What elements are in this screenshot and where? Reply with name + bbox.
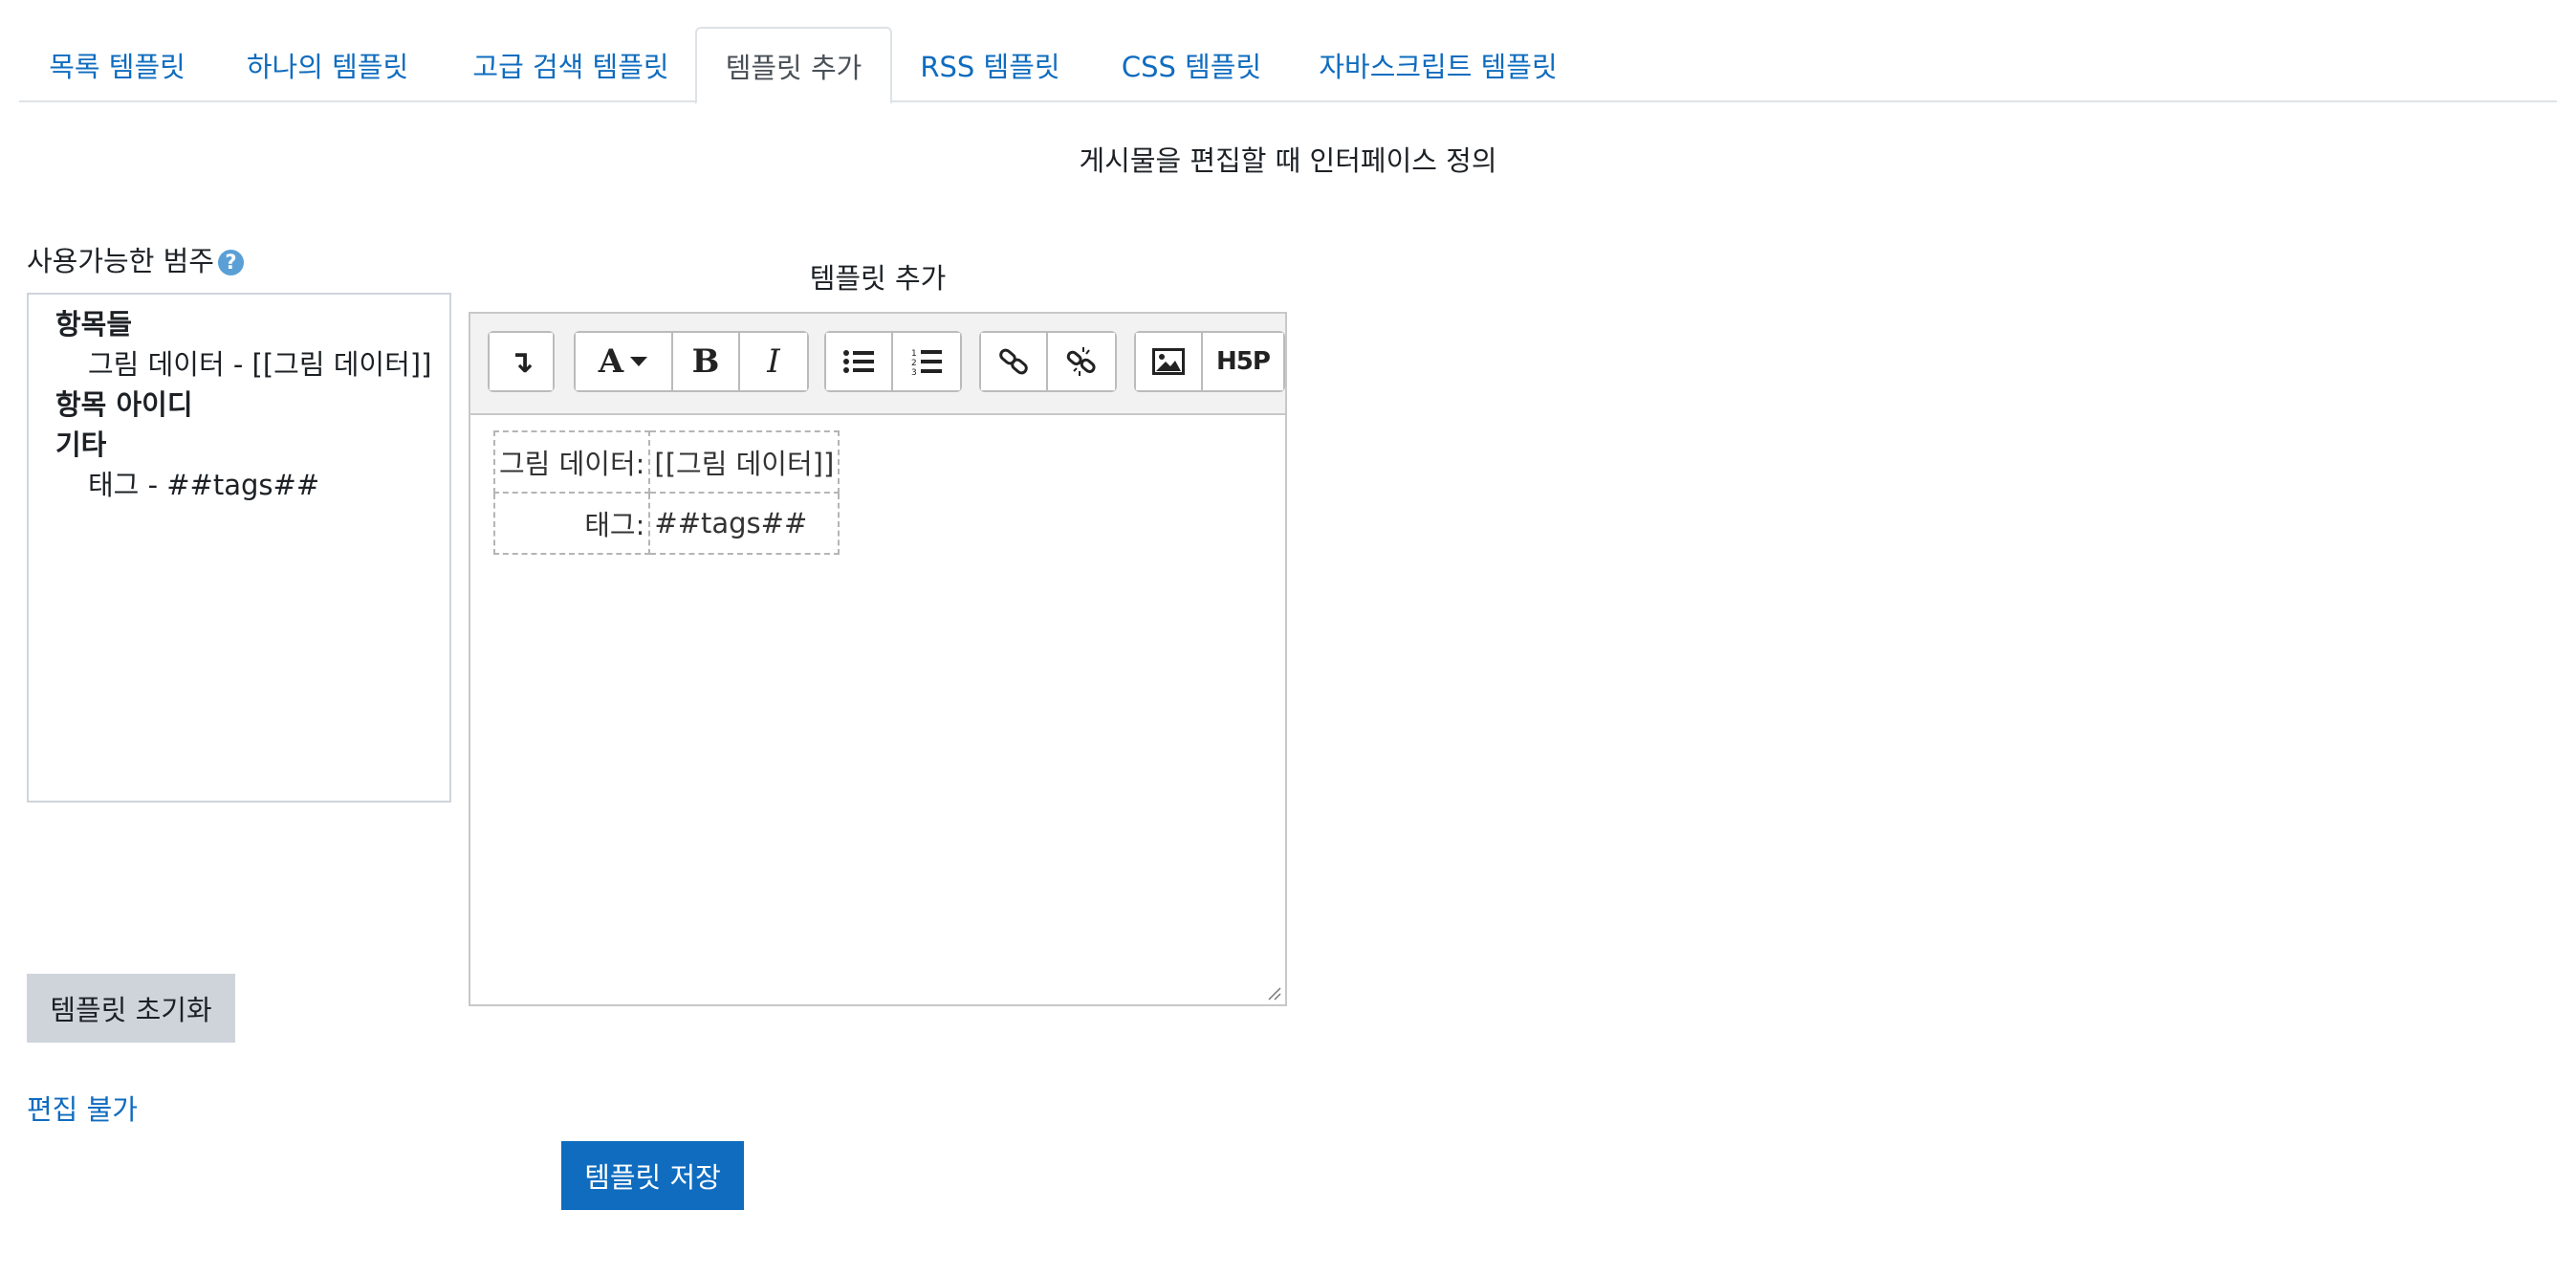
category-group-items: 항목들 [55,308,133,341]
image-icon [1152,348,1185,375]
unlink-button[interactable] [1048,333,1115,390]
categories-list[interactable]: 항목들 그림 데이터 - [[그림 데이터]] 항목 아이디 기타 태그 - #… [27,293,451,803]
editor-toolbar: ↴ A B I 1 2 3 H5P [470,314,1285,413]
disable-editor-link[interactable]: 편집 불가 [27,1088,138,1128]
ordered-list-button[interactable]: 1 2 3 [893,333,960,390]
font-color-icon: A [598,342,624,381]
svg-text:1: 1 [911,349,917,359]
template-table: 그림 데이터: [[그림 데이터]] 태그: ##tags## [492,430,840,555]
tab-list-template[interactable]: 목록 템플릿 [19,27,215,102]
category-item-tags[interactable]: 태그 - ##tags## [29,465,449,505]
unlink-icon [1066,347,1096,376]
editor-content-area[interactable]: 그림 데이터: [[그림 데이터]] 태그: ##tags## [470,413,1285,1004]
toolbar-group-collapse: ↴ [488,331,555,392]
font-color-button[interactable]: A [576,333,673,390]
unordered-list-button[interactable] [826,333,893,390]
image-data-value-cell[interactable]: [[그림 데이터]] [648,430,840,494]
tab-javascript-template[interactable]: 자바스크립트 템플릿 [1295,27,1582,102]
tab-single-template[interactable]: 하나의 템플릿 [215,27,440,102]
collapse-icon: ↴ [508,343,535,380]
editor-label: 템플릿 추가 [809,262,947,295]
available-categories-text: 사용가능한 범주 [27,245,214,277]
chevron-down-icon [630,357,648,366]
toolbar-group-lists: 1 2 3 [824,331,962,392]
template-editor: ↴ A B I 1 2 3 H5P 그림 데이터: [[그림 데이터]] 태그:… [469,312,1287,1006]
save-template-button[interactable]: 템플릿 저장 [561,1141,744,1210]
unordered-list-icon [843,350,874,373]
ordered-list-icon: 1 2 3 [911,349,942,376]
tab-advanced-search-template[interactable]: 고급 검색 템플릿 [440,27,702,102]
reset-template-button[interactable]: 템플릿 초기화 [27,974,235,1043]
insert-h5p-button[interactable]: H5P [1203,333,1283,390]
category-item-image-data[interactable]: 그림 데이터 - [[그림 데이터]] [29,344,449,385]
table-row: 그림 데이터: [[그림 데이터]] [492,430,840,494]
svg-text:2: 2 [911,359,917,368]
category-group-item-id[interactable]: 항목 아이디 [29,385,449,425]
collapse-toolbar-button[interactable]: ↴ [490,333,553,390]
insert-image-button[interactable] [1136,333,1203,390]
resize-handle-icon[interactable] [1266,985,1281,1001]
tags-value-cell[interactable]: ##tags## [648,492,840,555]
tab-add-template[interactable]: 템플릿 추가 [695,27,892,104]
help-icon[interactable]: ? [217,249,244,275]
image-data-label-cell[interactable]: 그림 데이터: [492,430,651,494]
available-categories-label: 사용가능한 범주 ? [27,239,244,279]
tab-css-template[interactable]: CSS 템플릿 [1088,27,1295,102]
toolbar-group-style: A B I [574,331,809,392]
tags-label-cell[interactable]: 태그: [492,492,651,555]
toolbar-group-media: H5P [1134,331,1285,392]
bold-icon: B [691,342,720,381]
bold-button[interactable]: B [673,333,740,390]
italic-button[interactable]: I [740,333,807,390]
link-icon [999,348,1028,375]
svg-text:3: 3 [911,368,917,376]
link-button[interactable] [981,333,1048,390]
table-row: 태그: ##tags## [492,492,840,555]
toolbar-group-links [979,331,1117,392]
h5p-icon: H5P [1216,347,1271,376]
page-description: 게시물을 편집할 때 인터페이스 정의 [1079,144,1497,177]
italic-icon: I [767,342,780,381]
template-tabs: 목록 템플릿 하나의 템플릿 고급 검색 템플릿 템플릿 추가 RSS 템플릿 … [19,27,2557,104]
category-group-other: 기타 [55,429,107,461]
tab-rss-template[interactable]: RSS 템플릿 [892,27,1088,102]
